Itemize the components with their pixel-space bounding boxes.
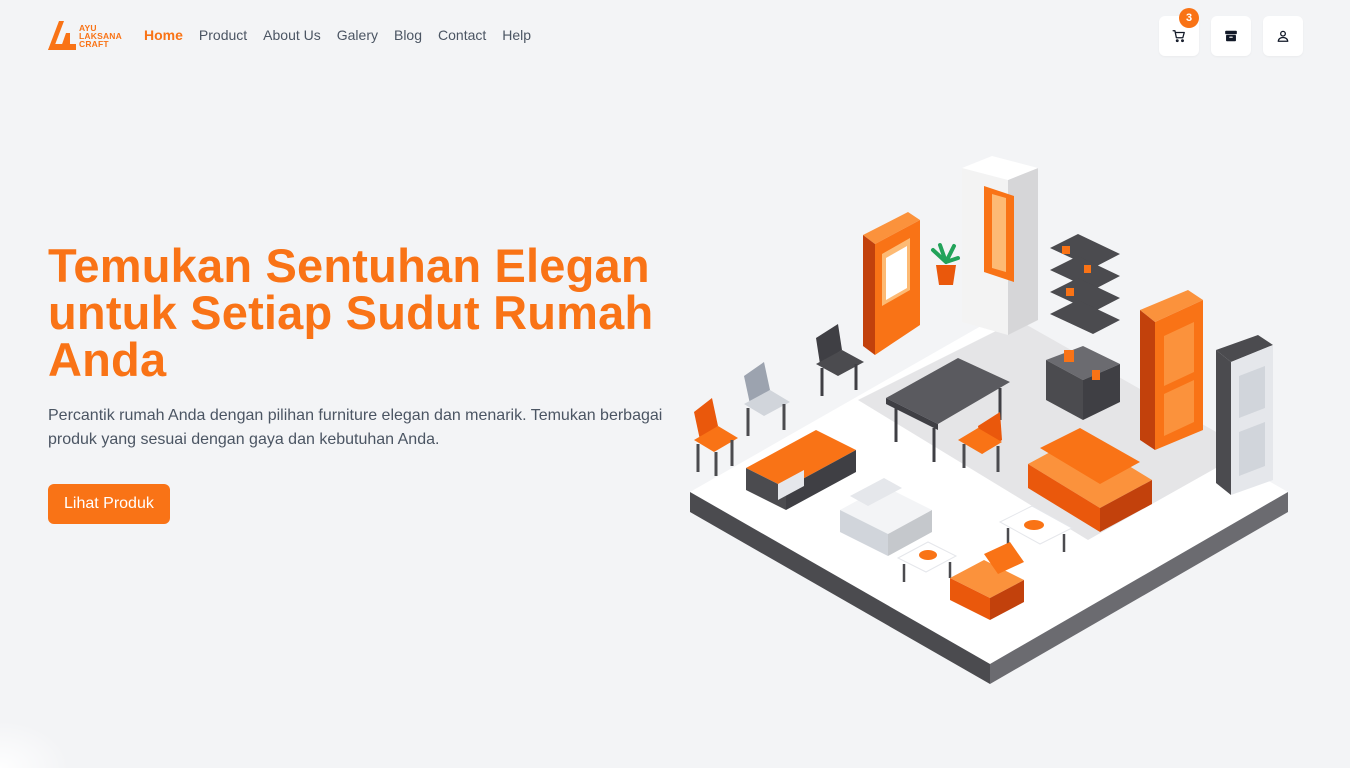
orders-button[interactable]: [1211, 16, 1251, 56]
archive-icon: [1225, 30, 1237, 42]
gray-chair: [744, 362, 790, 436]
brand-logo[interactable]: AYU LAKSANA CRAFT: [48, 21, 122, 50]
logo-mark-icon: [48, 21, 76, 50]
user-icon: [1277, 30, 1289, 42]
hero-description: Percantik rumah Anda dengan pilihan furn…: [48, 407, 663, 448]
header-actions: 3: [1159, 8, 1303, 56]
nav-help[interactable]: Help: [502, 27, 531, 43]
dark-chair: [816, 324, 864, 396]
potted-plant: [931, 243, 960, 285]
wall-shelf: [1050, 234, 1120, 334]
main-nav: Home Product About Us Galery Blog Contac…: [144, 27, 531, 43]
corner-fade: [0, 720, 70, 768]
cart-icon: [1172, 30, 1185, 43]
nav-galery[interactable]: Galery: [337, 27, 378, 43]
orange-door-right: [1140, 290, 1203, 450]
cart-count-badge: 3: [1179, 8, 1199, 28]
nav-about-us[interactable]: About Us: [263, 27, 321, 43]
brand-name: AYU LAKSANA CRAFT: [79, 23, 122, 49]
nav-product[interactable]: Product: [199, 27, 247, 43]
nav-home[interactable]: Home: [144, 27, 183, 43]
brand-line-3: CRAFT: [79, 38, 109, 49]
nav-blog[interactable]: Blog: [394, 27, 422, 43]
hero-title: Temukan Sentuhan Elegan untuk Setiap Sud…: [48, 239, 654, 386]
orange-chair-left: [694, 398, 738, 476]
white-door-frame: [962, 156, 1038, 335]
site-header: AYU LAKSANA CRAFT Home Product About Us …: [0, 0, 1350, 72]
view-products-button[interactable]: Lihat Produk: [48, 484, 170, 524]
gray-door: [1216, 335, 1273, 495]
furniture-isometric-illustration: [690, 156, 1288, 684]
orange-door-left: [863, 212, 920, 355]
nav-contact[interactable]: Contact: [438, 27, 486, 43]
cart-button[interactable]: 3: [1159, 8, 1199, 56]
account-button[interactable]: [1263, 16, 1303, 56]
